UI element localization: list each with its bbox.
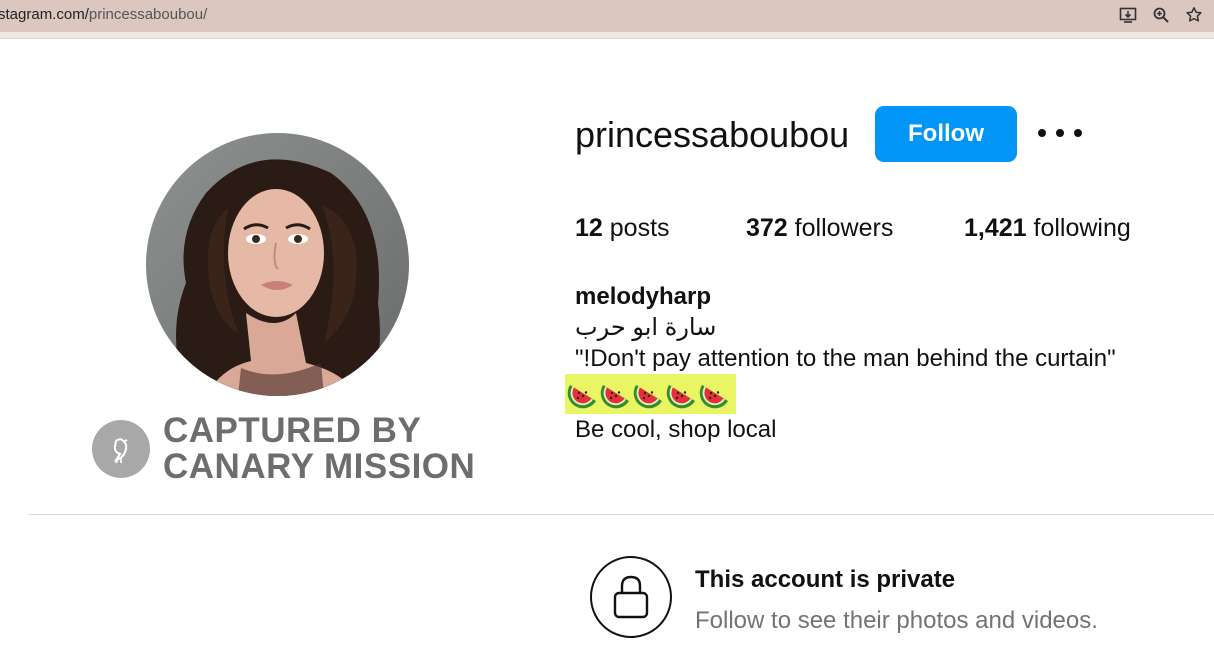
watermark-line-2: CANARY MISSION (163, 447, 476, 486)
url-path: princessaboubou/ (88, 6, 208, 23)
lock-icon (590, 556, 672, 638)
stat-posts: 12 posts (575, 214, 670, 243)
canary-mission-watermark: CAPTURED BY CANARY MISSION (92, 413, 475, 485)
followers-count: 372 (746, 214, 788, 242)
following-label: following (1033, 214, 1131, 242)
private-account-title: This account is private (695, 566, 956, 593)
stat-followers[interactable]: 372 followers (746, 214, 893, 243)
canary-bird-icon (92, 420, 150, 478)
address-bar-divider (0, 38, 1214, 39)
following-count: 1,421 (964, 214, 1027, 242)
address-bar[interactable]: stagram.com/princessaboubou/ (0, 0, 1214, 38)
url-host: stagram.com/ (0, 6, 89, 23)
watermelon-emoji (699, 381, 731, 409)
watermelon-emoji (666, 381, 698, 409)
install-app-icon[interactable] (1118, 5, 1138, 25)
bio-last-line: Be cool, shop local (575, 416, 777, 443)
bio-arabic-line: سارة ابو حرب (575, 314, 717, 341)
posts-count: 12 (575, 214, 603, 242)
bio-quote-line: "!Don't pay attention to the man behind … (575, 345, 1116, 372)
watermelon-emoji (567, 381, 599, 409)
url-text[interactable]: stagram.com/princessaboubou/ (0, 6, 207, 23)
profile-bio: melodyharp سارة ابو حرب "!Don't pay atte… (565, 281, 1116, 445)
bookmark-star-icon[interactable] (1184, 5, 1204, 25)
private-account-subtitle: Follow to see their photos and videos. (695, 607, 1098, 634)
watermelon-emoji (633, 381, 665, 409)
zoom-icon[interactable] (1151, 5, 1171, 25)
follow-button[interactable]: Follow (875, 106, 1017, 162)
profile-avatar[interactable] (146, 133, 409, 396)
bio-display-name: melodyharp (575, 283, 712, 310)
profile-username: princessaboubou (575, 114, 850, 155)
watermelon-emoji (600, 381, 632, 409)
stat-following[interactable]: 1,421 following (964, 214, 1131, 243)
emoji-highlight (565, 374, 736, 414)
watermark-line-1: CAPTURED BY (163, 411, 422, 450)
posts-label: posts (609, 214, 670, 242)
section-divider (28, 514, 1214, 515)
more-options-icon[interactable] (1038, 118, 1082, 148)
followers-label: followers (794, 214, 894, 242)
